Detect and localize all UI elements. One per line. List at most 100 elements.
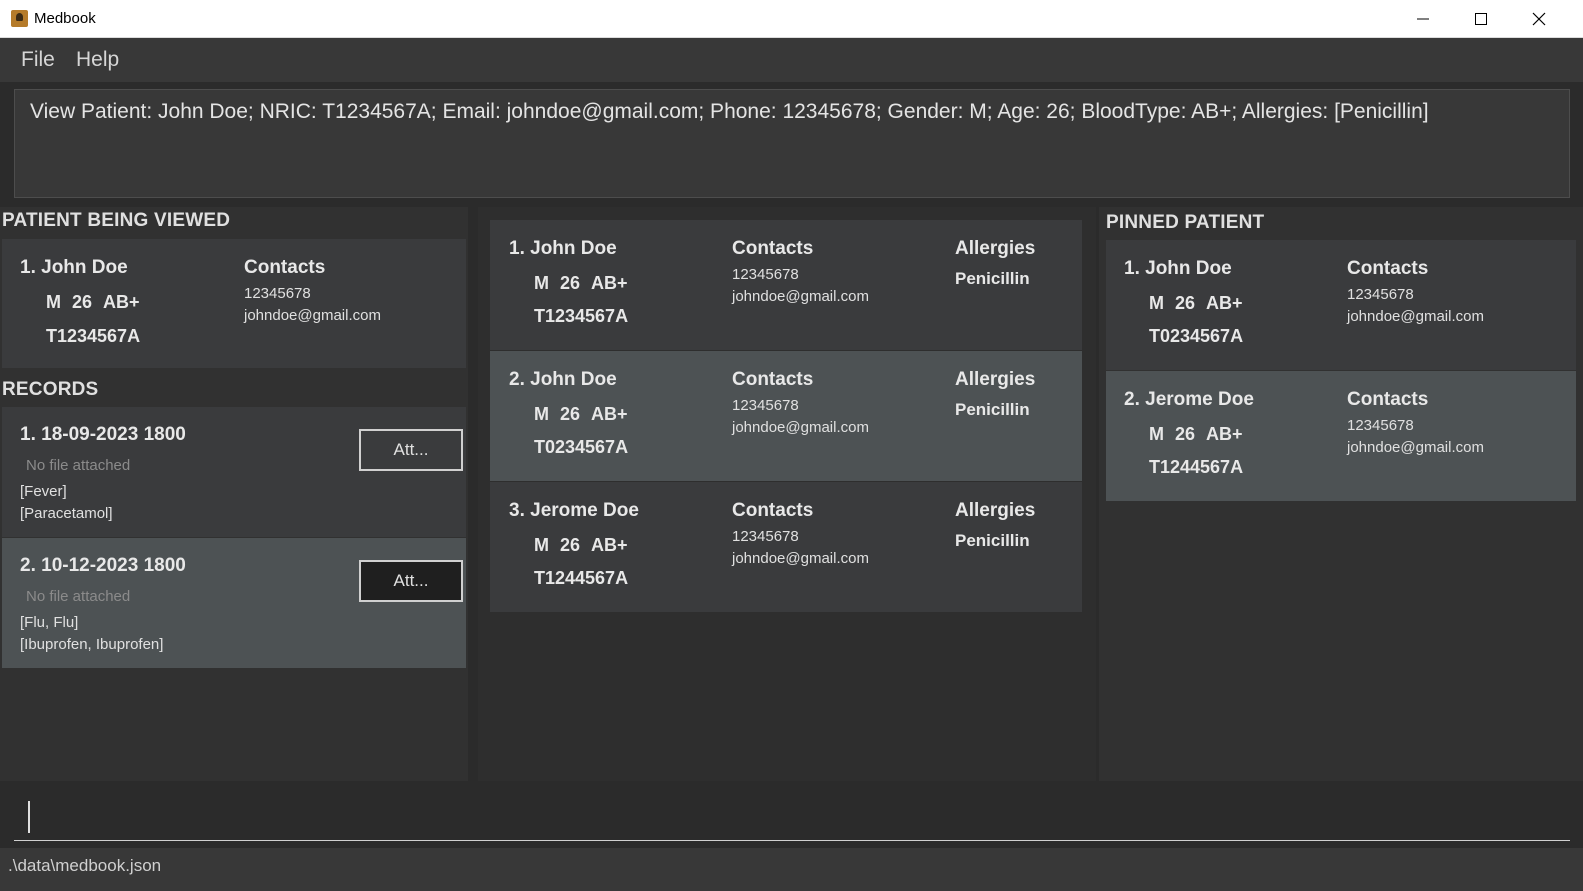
patient-name: 1. John Doe (1124, 258, 1232, 279)
patient-age: 26 (1175, 293, 1196, 313)
title-bar: Medbook (0, 0, 1583, 38)
record-conditions: [Flu, Flu] (20, 614, 79, 631)
patient-name: 1. John Doe (509, 238, 617, 259)
patient-allergy: Penicillin (955, 531, 1030, 550)
patient-nric: T0234567A (1149, 326, 1244, 346)
patient-nric: T1244567A (1149, 457, 1244, 477)
patient-email: johndoe@gmail.com (1347, 308, 1484, 325)
allergies-label: Allergies (955, 238, 1036, 259)
viewed-patient-card[interactable]: 1. John Doe M 26 AB+ T1234567A Contacts 12… (2, 239, 466, 368)
contacts-label: Contacts (1347, 389, 1429, 410)
medbook-window: Medbook File Help View Patient: John Doe… (0, 0, 1583, 891)
attach-button[interactable]: Att... (359, 429, 463, 471)
menu-bar: File Help (0, 38, 1583, 82)
patient-meta: M 26 AB+ (534, 404, 639, 425)
patient-phone: 12345678 (1347, 417, 1414, 434)
command-input[interactable] (14, 789, 1570, 841)
minimize-icon (1417, 18, 1429, 20)
pinned-section-title: PINNED PATIENT (1106, 212, 1265, 233)
patient-list-item[interactable]: 1. John Doe M 26 AB+ T1234567A Contacts 12… (490, 220, 1082, 350)
patient-gender: M (1149, 293, 1164, 313)
result-text: View Patient: John Doe; NRIC: T1234567A;… (30, 100, 1429, 123)
allergies-label: Allergies (955, 500, 1036, 521)
attach-button[interactable]: Att... (359, 560, 463, 602)
record-conditions: [Fever] (20, 483, 67, 500)
patient-age: 26 (560, 535, 581, 555)
patient-allergy: Penicillin (955, 400, 1030, 419)
contacts-label: Contacts (732, 238, 814, 259)
patient-blood-type: AB+ (1206, 293, 1243, 313)
patient-gender: M (534, 535, 549, 555)
patient-nric: T1234567A (534, 306, 629, 326)
pinned-patient-item[interactable]: 2. Jerome Doe M 26 AB+ T1244567A Contacts … (1106, 371, 1576, 501)
contacts-label: Contacts (732, 500, 814, 521)
contacts-label: Contacts (244, 257, 326, 278)
patient-email: johndoe@gmail.com (732, 419, 869, 436)
status-bar: .\data\medbook.json (0, 848, 1583, 891)
record-file-status: No file attached (26, 588, 131, 605)
patient-gender: M (1149, 424, 1164, 444)
patient-meta: M 26 AB+ (46, 292, 151, 313)
patient-allergy: Penicillin (955, 269, 1030, 288)
patient-nric: T0234567A (534, 437, 629, 457)
patient-meta: M 26 AB+ (534, 273, 639, 294)
patient-meta: M 26 AB+ (1149, 293, 1254, 314)
patient-blood-type: AB+ (103, 292, 140, 312)
patient-email: johndoe@gmail.com (244, 307, 381, 324)
patient-name: 1. John Doe (20, 257, 128, 278)
patient-email: johndoe@gmail.com (732, 288, 869, 305)
close-icon (1532, 12, 1546, 26)
contacts-label: Contacts (1347, 258, 1429, 279)
pinned-panel: PINNED PATIENT 1. John Doe M 26 AB+ T02345… (1099, 207, 1583, 781)
record-item[interactable]: 2. 10-12-2023 1800 No file attached [Flu… (2, 538, 466, 668)
patient-list-item[interactable]: 2. John Doe M 26 AB+ T0234567A Contacts 12… (490, 351, 1082, 481)
menu-file[interactable]: File (21, 48, 55, 72)
patient-age: 26 (72, 292, 93, 312)
patient-name: 2. John Doe (509, 369, 617, 390)
patient-meta: M 26 AB+ (534, 535, 639, 556)
allergies-label: Allergies (955, 369, 1036, 390)
patient-list-panel: 1. John Doe M 26 AB+ T1234567A Contacts 12… (478, 207, 1096, 781)
app-icon (11, 10, 28, 27)
patient-age: 26 (560, 273, 581, 293)
text-caret (28, 801, 30, 833)
patient-blood-type: AB+ (1206, 424, 1243, 444)
pinned-patient-item[interactable]: 1. John Doe M 26 AB+ T0234567A Contacts 12… (1106, 240, 1576, 370)
maximize-icon (1475, 13, 1487, 25)
minimize-button[interactable] (1394, 0, 1451, 38)
result-display: View Patient: John Doe; NRIC: T1234567A;… (14, 89, 1570, 198)
menu-help[interactable]: Help (76, 48, 119, 72)
viewed-section-title: PATIENT BEING VIEWED (2, 210, 231, 231)
patient-blood-type: AB+ (591, 535, 628, 555)
left-panel: PATIENT BEING VIEWED 1. John Doe M 26 AB+ … (0, 207, 468, 781)
record-medications: [Ibuprofen, Ibuprofen] (20, 636, 164, 653)
patient-phone: 12345678 (732, 397, 799, 414)
patient-list-item[interactable]: 3. Jerome Doe M 26 AB+ T1244567A Contacts … (490, 482, 1082, 612)
record-medications: [Paracetamol] (20, 505, 113, 522)
maximize-button[interactable] (1452, 0, 1509, 38)
patient-email: johndoe@gmail.com (1347, 439, 1484, 456)
patient-gender: M (46, 292, 61, 312)
patient-name: 3. Jerome Doe (509, 500, 639, 521)
record-date: 2. 10-12-2023 1800 (20, 555, 186, 576)
patient-blood-type: AB+ (591, 273, 628, 293)
patient-nric: T1234567A (46, 326, 141, 346)
patient-phone: 12345678 (1347, 286, 1414, 303)
record-item[interactable]: 1. 18-09-2023 1800 No file attached [Fev… (2, 407, 466, 537)
close-button[interactable] (1510, 0, 1567, 38)
patient-blood-type: AB+ (591, 404, 628, 424)
patient-nric: T1244567A (534, 568, 629, 588)
patient-meta: M 26 AB+ (1149, 424, 1254, 445)
patient-gender: M (534, 273, 549, 293)
patient-gender: M (534, 404, 549, 424)
file-path: .\data\medbook.json (8, 856, 162, 875)
patient-age: 26 (560, 404, 581, 424)
record-date: 1. 18-09-2023 1800 (20, 424, 186, 445)
patient-email: johndoe@gmail.com (732, 550, 869, 567)
patient-name: 2. Jerome Doe (1124, 389, 1254, 410)
patient-phone: 12345678 (732, 266, 799, 283)
contacts-label: Contacts (732, 369, 814, 390)
records-section-title: RECORDS (2, 379, 99, 400)
patient-age: 26 (1175, 424, 1196, 444)
record-file-status: No file attached (26, 457, 131, 474)
